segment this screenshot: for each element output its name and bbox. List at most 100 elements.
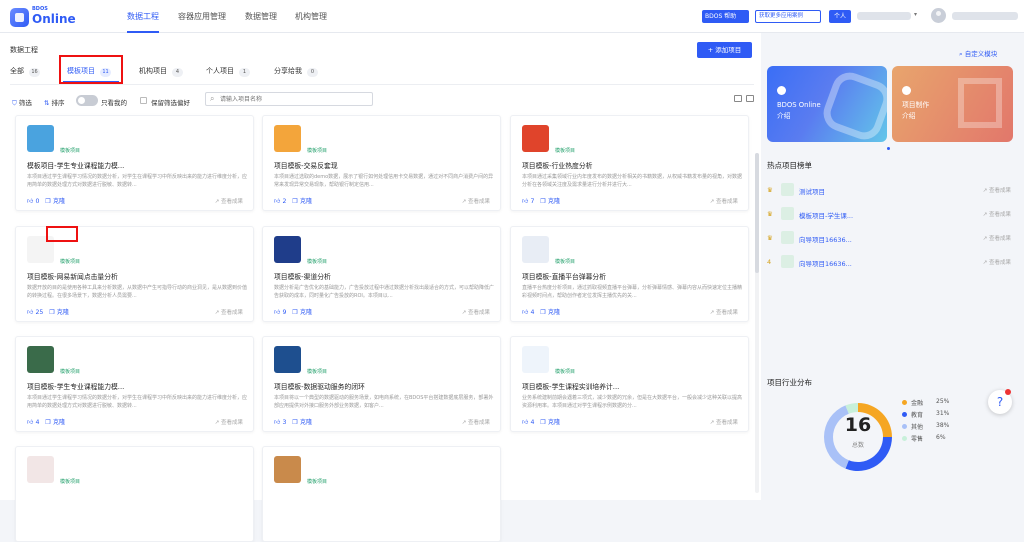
hot-project-row[interactable]: ♛ 测试项目 ↗ 查看成果 — [767, 182, 1017, 200]
project-title[interactable]: 项目模板-渠道分析 — [274, 271, 331, 281]
project-title[interactable]: 项目模板-交易反套现 — [274, 160, 338, 170]
project-card[interactable]: 模板项目 项目模板-直播平台弹幕分析 直播平台热度分析项目，通过抓取视频直播平台弹幕… — [510, 226, 749, 322]
view-results-link[interactable]: ↗ 查看成果 — [983, 186, 1011, 194]
project-title[interactable]: 项目模板-行业热度分析 — [522, 160, 592, 170]
avatar[interactable] — [931, 8, 946, 23]
project-thumbnail — [781, 231, 794, 244]
banner-project-intro[interactable]: 项目制作 介绍 — [892, 66, 1013, 142]
thumb-up-icon[interactable]: 👍︎ — [27, 309, 33, 316]
copy-icon: ❐ — [292, 309, 298, 316]
notification-badge — [1005, 389, 1011, 395]
view-results-link[interactable]: ↗ 查看成果 — [710, 197, 738, 205]
view-results-link[interactable]: ↗ 查看成果 — [215, 418, 243, 426]
mine-only-toggle[interactable] — [76, 95, 98, 106]
view-results-link[interactable]: ↗ 查看成果 — [983, 258, 1011, 266]
legend-item: 其他 38% — [902, 422, 949, 431]
legend-label: 金融 — [911, 400, 924, 407]
project-thumbnail — [274, 346, 301, 373]
project-card[interactable]: 模板项目 项目模板-渠道分析 数据分析是广告优化的基础能力，广告投放过程中通过数据分… — [262, 226, 501, 322]
project-card[interactable]: 模板项目 项目模板-交易反套现 本项目通过选取的demo数据，展示了银行如何处理信用… — [262, 115, 501, 211]
more-cases-button[interactable]: 获取更多应用案例 — [755, 10, 821, 23]
customize-modules-link[interactable]: ⌕ 自定义模块 — [959, 48, 997, 59]
hot-project-name[interactable]: 向导项目16636... — [799, 234, 852, 244]
clone-button[interactable]: 克隆 — [53, 419, 65, 426]
project-card[interactable]: 模板项目 — [15, 446, 254, 542]
bdos-help-button[interactable]: BDOS 帮助 — [702, 10, 749, 23]
project-title[interactable]: 项目模板-网易新闻点击量分析 — [27, 271, 118, 281]
banner-art-icon — [958, 78, 1002, 128]
nav-data-engineering[interactable]: 数据工程 — [127, 0, 159, 33]
grid-view-icon[interactable] — [734, 95, 742, 102]
tab-count: 1 — [239, 68, 250, 77]
carousel-dot[interactable] — [887, 147, 890, 150]
hot-project-name[interactable]: 向导项目16636... — [799, 258, 852, 268]
sort-button[interactable]: ⇅ 排序 — [44, 97, 64, 107]
project-card[interactable]: 模板项目 — [262, 446, 501, 542]
chevron-down-icon[interactable]: ▾ — [914, 11, 917, 18]
view-results-link[interactable]: ↗ 查看成果 — [215, 308, 243, 316]
help-floating-button[interactable]: ? — [988, 389, 1012, 414]
clone-button[interactable]: 克隆 — [300, 419, 312, 426]
hot-project-row[interactable]: ♛ 向导项目16636... ↗ 查看成果 — [767, 230, 1017, 248]
hot-project-row[interactable]: ♛ 模板项目-学生课... ↗ 查看成果 — [767, 206, 1017, 224]
clone-button[interactable]: 克隆 — [300, 309, 312, 316]
hot-project-name[interactable]: 测试项目 — [799, 186, 825, 196]
nav-container-apps[interactable]: 容器应用管理 — [178, 0, 226, 33]
nav-data-management[interactable]: 数据管理 — [245, 0, 277, 33]
thumb-up-icon[interactable]: 👍︎ — [522, 419, 528, 426]
project-card[interactable]: 模板项目 项目模板-数据驱动服务的闭环 本项目将以一个典型的数据驱动的服务场景，如电… — [262, 336, 501, 432]
project-card[interactable]: 模板项目 模板项目-学生专业课程能力模... 本项目通过学生课程学习情况的数据分析，… — [15, 115, 254, 211]
list-view-icon[interactable] — [746, 95, 754, 102]
view-results-link[interactable]: ↗ 查看成果 — [710, 308, 738, 316]
scrollbar-thumb[interactable] — [755, 153, 759, 273]
legend-item: 零售 6% — [902, 434, 946, 443]
tab-org-projects[interactable]: 机构项目 4 — [139, 66, 183, 77]
thumb-up-icon[interactable]: 👍︎ — [274, 419, 280, 426]
project-title[interactable]: 项目模板-直播平台弹幕分析 — [522, 271, 606, 281]
view-results-link[interactable]: ↗ 查看成果 — [462, 197, 490, 205]
filter-button[interactable]: ⛉ 筛选 — [12, 97, 32, 108]
bdos-logo[interactable]: BDOS Online — [10, 6, 76, 28]
project-search[interactable]: ⌕ — [205, 92, 373, 106]
project-card[interactable]: 模板项目 项目模板-行业热度分析 本项目通过采集领域行业内年度发布的数据分析相关的书… — [510, 115, 749, 211]
project-thumbnail — [522, 125, 549, 152]
thumb-up-icon[interactable]: 👍︎ — [522, 198, 528, 205]
tab-personal-projects[interactable]: 个人项目 1 — [206, 66, 250, 77]
thumb-up-icon[interactable]: 👍︎ — [27, 419, 33, 426]
tab-label: 分享给我 — [274, 67, 302, 75]
view-results-link[interactable]: ↗ 查看成果 — [462, 308, 490, 316]
thumb-up-icon[interactable]: 👍︎ — [522, 309, 528, 316]
clone-button[interactable]: 克隆 — [53, 198, 65, 205]
tab-shared-with-me[interactable]: 分享给我 0 — [274, 66, 318, 77]
view-results-link[interactable]: ↗ 查看成果 — [983, 210, 1011, 218]
card-actions: 👍︎ 4 ❐ 克隆 — [522, 417, 560, 426]
project-title[interactable]: 项目模板-学生课程实训培养计... — [522, 381, 619, 391]
thumb-up-icon[interactable]: 👍︎ — [27, 198, 33, 205]
hot-project-name[interactable]: 模板项目-学生课... — [799, 210, 853, 220]
thumb-up-icon[interactable]: 👍︎ — [274, 198, 280, 205]
view-results-link[interactable]: ↗ 查看成果 — [983, 234, 1011, 242]
banner-bdos-intro[interactable]: BDOS Online 介绍 — [767, 66, 887, 142]
tab-count: 0 — [307, 68, 318, 77]
project-title[interactable]: 模板项目-学生专业课程能力模... — [27, 160, 124, 170]
clone-button[interactable]: 克隆 — [548, 198, 560, 205]
clone-button[interactable]: 克隆 — [300, 198, 312, 205]
thumb-up-icon[interactable]: 👍︎ — [274, 309, 280, 316]
project-card[interactable]: 模板项目 项目模板-学生专业课程能力模... 本项目通过学生课程学习情况的数据分析，… — [15, 336, 254, 432]
view-results-link[interactable]: ↗ 查看成果 — [710, 418, 738, 426]
hot-project-row[interactable]: 4 向导项目16636... ↗ 查看成果 — [767, 254, 1017, 272]
add-project-button[interactable]: + 添加项目 — [697, 42, 752, 58]
project-card[interactable]: 模板项目 项目模板-学生课程实训培养计... 业务系统建制前期会遇着三项式，减少数据… — [510, 336, 749, 432]
clone-button[interactable]: 克隆 — [548, 419, 560, 426]
clone-button[interactable]: 克隆 — [548, 309, 560, 316]
nav-org-management[interactable]: 机构管理 — [295, 0, 327, 33]
project-title[interactable]: 项目模板-学生专业课程能力模... — [27, 381, 124, 391]
search-input[interactable] — [220, 95, 370, 104]
clone-button[interactable]: 克隆 — [57, 309, 69, 316]
personal-button[interactable]: 个人 — [829, 10, 851, 23]
tab-all[interactable]: 全部 16 — [10, 66, 40, 77]
view-results-link[interactable]: ↗ 查看成果 — [215, 197, 243, 205]
keep-preference-checkbox[interactable] — [140, 97, 147, 104]
project-title[interactable]: 项目模板-数据驱动服务的闭环 — [274, 381, 365, 391]
view-results-link[interactable]: ↗ 查看成果 — [462, 418, 490, 426]
